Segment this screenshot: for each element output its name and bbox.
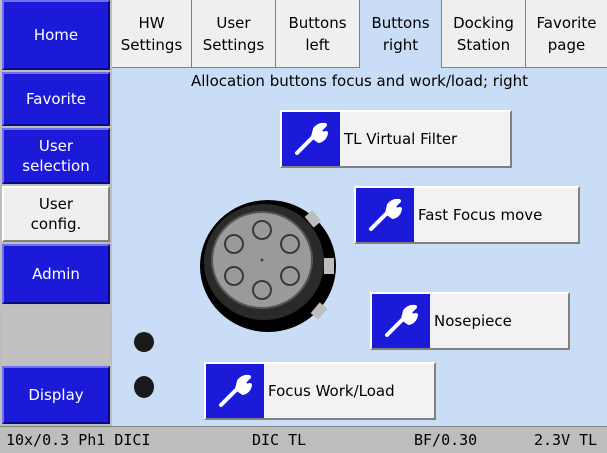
sidebar-item-favorite[interactable]: Favorite (2, 72, 110, 126)
tab-hw-settings[interactable]: HW Settings (112, 0, 192, 68)
indicator-dot-icon (134, 332, 154, 352)
status-filter: BF/0.30 (414, 431, 478, 449)
status-objective: 10x/0.3 Ph1 DICI (6, 431, 151, 449)
wrench-icon (282, 112, 340, 166)
sidebar-item-user-config[interactable]: User config. (2, 186, 110, 242)
wrench-icon (356, 188, 414, 242)
tl-virtual-filter-button[interactable]: TL Virtual Filter (280, 110, 512, 168)
nosepiece-button[interactable]: Nosepiece (370, 292, 570, 350)
tab-buttons-right[interactable]: Buttons right (360, 0, 442, 68)
sidebar: Home Favorite User selection User config… (0, 0, 112, 426)
sidebar-item-admin[interactable]: Admin (2, 244, 110, 304)
page-title: Allocation buttons focus and work/load; … (190, 72, 529, 90)
sidebar-empty-slot (2, 306, 110, 364)
tab-buttons-left[interactable]: Buttons left (276, 0, 360, 68)
tab-user-settings[interactable]: User Settings (192, 0, 276, 68)
wrench-icon (372, 294, 430, 348)
button-label: TL Virtual Filter (344, 130, 458, 148)
wrench-icon (206, 364, 264, 418)
sidebar-item-display[interactable]: Display (2, 366, 110, 424)
focus-work-load-button[interactable]: Focus Work/Load (204, 362, 436, 420)
status-bar: 10x/0.3 Ph1 DICI DIC TL BF/0.30 2.3V TL (0, 426, 607, 453)
tab-bar: HW Settings User Settings Buttons left B… (112, 0, 607, 68)
status-contrast: DIC TL (252, 431, 307, 449)
tab-favorite-page[interactable]: Favorite page (526, 0, 607, 68)
sidebar-item-home[interactable]: Home (2, 0, 110, 70)
indicator-dot-icon (134, 376, 154, 398)
status-voltage: 2.3V TL (534, 431, 598, 449)
tab-docking-station[interactable]: Docking Station (442, 0, 526, 68)
button-label: Nosepiece (434, 312, 512, 330)
fast-focus-move-button[interactable]: Fast Focus move (354, 186, 580, 244)
main-panel: Allocation buttons focus and work/load; … (112, 68, 607, 426)
focus-knob-icon (200, 200, 336, 332)
button-label: Fast Focus move (418, 206, 543, 224)
sidebar-item-user-selection[interactable]: User selection (2, 128, 110, 184)
app-window: Home Favorite User selection User config… (0, 0, 607, 453)
button-label: Focus Work/Load (268, 382, 395, 400)
